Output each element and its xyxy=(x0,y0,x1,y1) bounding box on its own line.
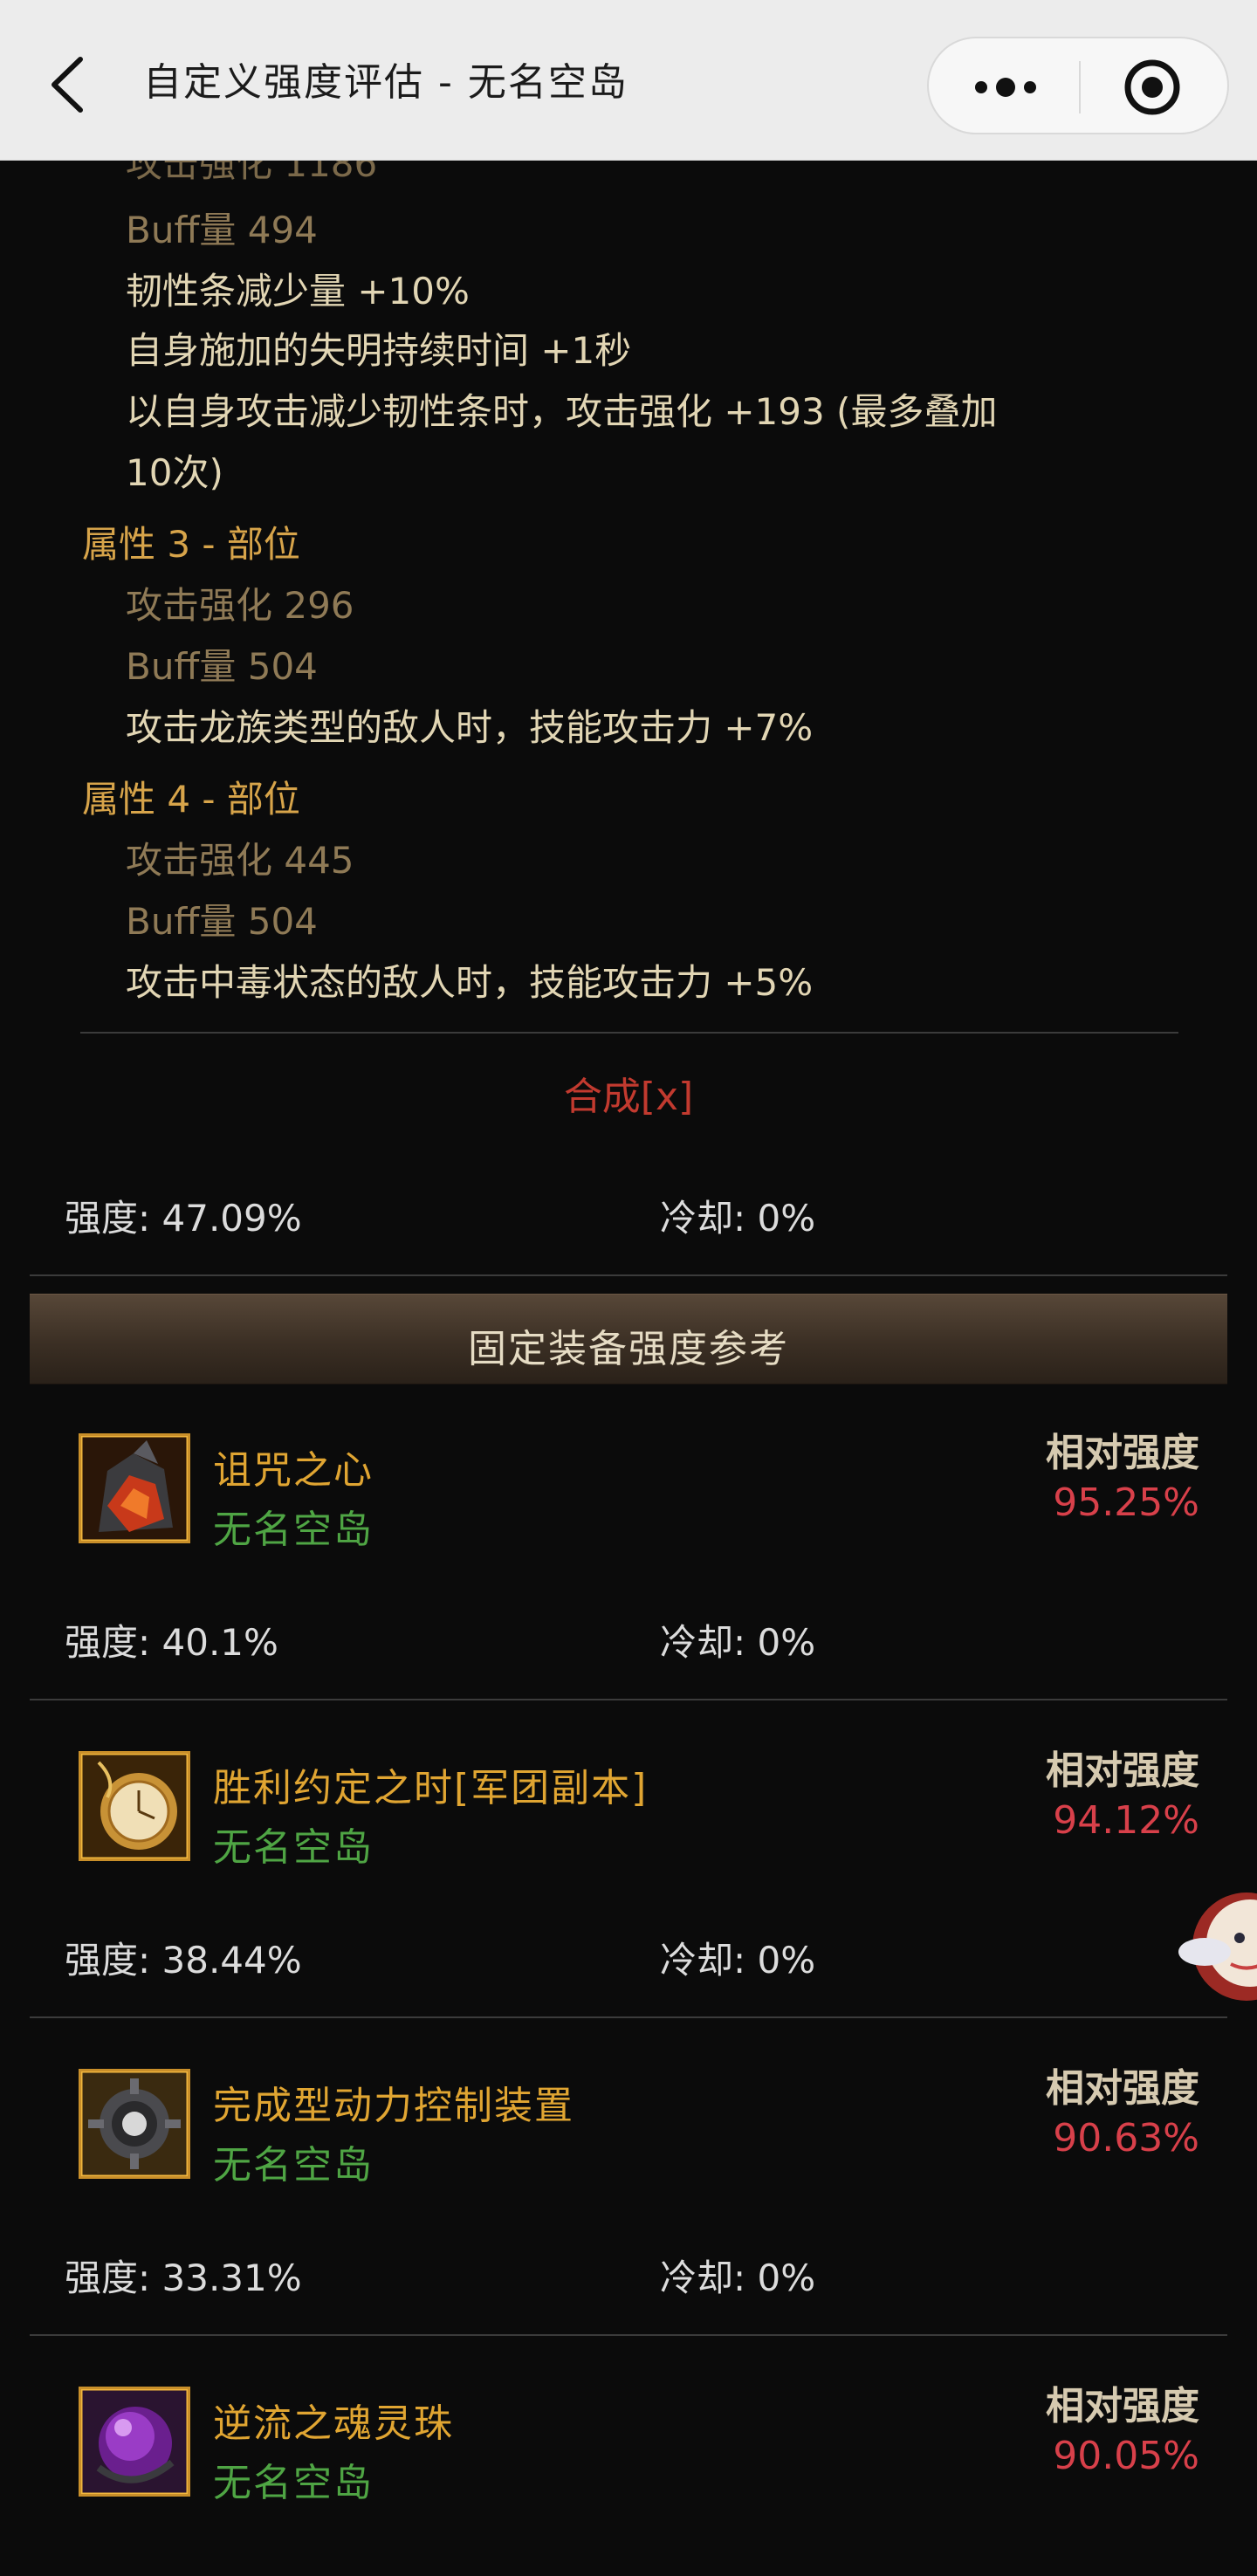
content-area: 攻击强化 1186 Buff量 494 韧性条减少量 +10% 自身施加的失明持… xyxy=(0,161,1257,2576)
attr2-effect-1: 韧性条减少量 +10% xyxy=(126,270,470,313)
reference-title: 固定装备强度参考 xyxy=(468,1327,789,1371)
attr3-attack: 攻击强化 296 xyxy=(126,584,354,627)
attr4-title: 属性 4 - 部位 xyxy=(82,778,300,821)
attr4-attack: 攻击强化 445 xyxy=(126,839,354,882)
item-source: 无名空岛 xyxy=(213,1508,374,1552)
divider xyxy=(80,1032,1178,1034)
attr-attack-cut: 攻击强化 1186 xyxy=(126,161,378,185)
item-name: 逆流之魂灵珠 xyxy=(213,2401,454,2446)
attr2-effect-2: 自身施加的失明持续时间 +1秒 xyxy=(126,329,632,372)
capsule-divider xyxy=(1079,61,1081,113)
relative-strength-label: 相对强度 xyxy=(1046,2384,1199,2428)
item-source: 无名空岛 xyxy=(213,2461,374,2505)
reference-section-header: 固定装备强度参考 xyxy=(30,1294,1227,1384)
attr3-buff: Buff量 504 xyxy=(126,645,318,688)
relative-strength-value: 90.05% xyxy=(1053,2434,1199,2478)
divider xyxy=(30,1274,1227,1276)
mascot-icon xyxy=(1178,1893,1257,2001)
item-strength: 强度: 33.31% xyxy=(65,2257,302,2299)
divider xyxy=(30,2016,1227,2018)
page-title: 自定义强度评估 - 无名空岛 xyxy=(143,60,628,105)
purple-orb-icon xyxy=(79,2387,190,2497)
item-name: 完成型动力控制装置 xyxy=(213,2084,574,2128)
relative-strength-label: 相对强度 xyxy=(1046,1748,1199,1793)
item-name: 诅咒之心 xyxy=(213,1448,374,1493)
more-dots-icon xyxy=(975,78,1036,97)
back-button[interactable] xyxy=(45,54,94,115)
attr2-effect-3: 以自身攻击减少韧性条时，攻击强化 +193 (最多叠加 xyxy=(126,390,998,433)
summary-cooldown: 冷却: 0% xyxy=(660,1197,816,1240)
summary-strength: 强度: 47.09% xyxy=(65,1197,302,1240)
item-name: 胜利约定之时[军团副本] xyxy=(213,1766,649,1810)
top-nav-bar: 自定义强度评估 - 无名空岛 xyxy=(0,0,1257,161)
attr3-effect: 攻击龙族类型的敌人时，技能攻击力 +7% xyxy=(126,706,814,749)
relative-strength-value: 95.25% xyxy=(1053,1480,1199,1525)
attr2-effect-4: 10次) xyxy=(126,451,223,494)
attr3-title: 属性 3 - 部位 xyxy=(82,523,300,566)
item-strength: 强度: 38.44% xyxy=(65,1939,302,1982)
attr4-buff: Buff量 504 xyxy=(126,900,318,943)
divider xyxy=(30,1699,1227,1700)
relative-strength-label: 相对强度 xyxy=(1046,2066,1199,2111)
floating-mascot-button[interactable] xyxy=(1178,1868,1257,2025)
attr4-effect: 攻击中毒状态的敌人时，技能攻击力 +5% xyxy=(126,961,814,1004)
close-miniprogram-button[interactable] xyxy=(1123,58,1182,117)
item-source: 无名空岛 xyxy=(213,1825,374,1870)
item-cooldown: 冷却: 0% xyxy=(660,2257,816,2299)
relative-strength-label: 相对强度 xyxy=(1046,1431,1199,1475)
mini-program-capsule xyxy=(927,37,1229,134)
divider xyxy=(30,2334,1227,2336)
item-cooldown: 冷却: 0% xyxy=(660,1939,816,1982)
synthesis-link[interactable]: 合成[x] xyxy=(0,1065,1257,1121)
target-circle-icon xyxy=(1124,59,1180,115)
cursed-heart-icon xyxy=(79,1433,190,1543)
relative-strength-value: 90.63% xyxy=(1053,2116,1199,2160)
item-strength: 强度: 40.1% xyxy=(65,1621,278,1664)
relative-strength-value: 94.12% xyxy=(1053,1798,1199,1843)
more-button[interactable] xyxy=(964,61,1048,113)
item-source: 无名空岛 xyxy=(213,2143,374,2188)
gear-device-icon xyxy=(79,2069,190,2179)
item-cooldown: 冷却: 0% xyxy=(660,1621,816,1664)
pocket-watch-icon xyxy=(79,1751,190,1861)
attr2-buff: Buff量 494 xyxy=(126,209,318,251)
chevron-left-icon xyxy=(52,57,83,113)
